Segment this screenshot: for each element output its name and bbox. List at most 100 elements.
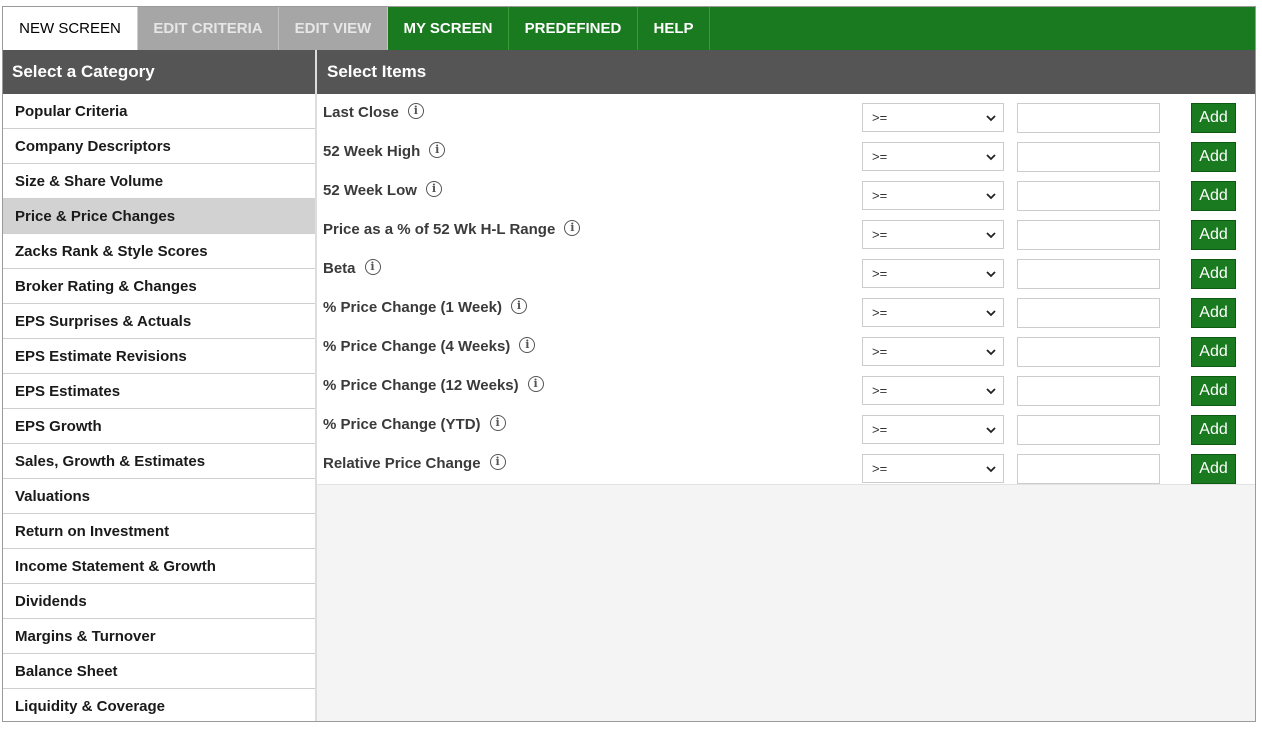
tab-edit-view[interactable]: EDIT VIEW xyxy=(279,7,388,50)
add-button[interactable]: Add xyxy=(1191,298,1236,328)
criteria-value-input[interactable] xyxy=(1017,454,1160,484)
category-item[interactable]: Margins & Turnover xyxy=(3,619,315,654)
criteria-value-input[interactable] xyxy=(1017,376,1160,406)
info-icon[interactable]: i xyxy=(564,219,581,236)
operator-value: >= xyxy=(872,188,888,203)
criteria-label-wrap: Price as a % of 52 Wk H-L Range i xyxy=(323,219,581,238)
criteria-label-wrap: Relative Price Change i xyxy=(323,453,506,472)
info-icon[interactable]: i xyxy=(519,336,536,353)
criteria-label-wrap: % Price Change (YTD) i xyxy=(323,414,506,433)
criteria-value-input[interactable] xyxy=(1017,298,1160,328)
operator-value: >= xyxy=(872,305,888,320)
operator-select[interactable]: >= xyxy=(862,259,1004,288)
criteria-label: % Price Change (4 Weeks) xyxy=(323,338,511,355)
criteria-value-input[interactable] xyxy=(1017,142,1160,172)
operator-select[interactable]: >= xyxy=(862,298,1004,327)
tab-predefined[interactable]: PREDEFINED xyxy=(509,7,638,50)
info-icon[interactable]: i xyxy=(425,180,442,197)
info-icon[interactable]: i xyxy=(429,141,446,158)
items-header-title: Select Items xyxy=(327,62,427,81)
category-item[interactable]: Popular Criteria xyxy=(3,94,315,129)
operator-value: >= xyxy=(872,110,888,125)
add-button[interactable]: Add xyxy=(1191,142,1236,172)
tab-help[interactable]: HELP xyxy=(638,7,710,50)
criteria-label-wrap: 52 Week Low i xyxy=(323,180,442,199)
tab-my-screen[interactable]: MY SCREEN xyxy=(388,7,509,50)
operator-select[interactable]: >= xyxy=(862,103,1004,132)
operator-value: >= xyxy=(872,227,888,242)
add-button[interactable]: Add xyxy=(1191,454,1236,484)
criteria-label-wrap: 52 Week High i xyxy=(323,141,446,160)
operator-select[interactable]: >= xyxy=(862,142,1004,171)
chevron-down-icon xyxy=(986,154,996,161)
criteria-label: Beta xyxy=(323,260,356,277)
category-item[interactable]: EPS Growth xyxy=(3,409,315,444)
category-item[interactable]: Company Descriptors xyxy=(3,129,315,164)
tab-new-screen[interactable]: NEW SCREEN xyxy=(3,7,138,50)
category-item[interactable]: Zacks Rank & Style Scores xyxy=(3,234,315,269)
info-icon[interactable]: i xyxy=(510,297,527,314)
add-button[interactable]: Add xyxy=(1191,103,1236,133)
category-item[interactable]: Dividends xyxy=(3,584,315,619)
criteria-value-input[interactable] xyxy=(1017,259,1160,289)
add-button[interactable]: Add xyxy=(1191,376,1236,406)
criteria-label: % Price Change (12 Weeks) xyxy=(323,377,519,394)
criteria-row: Beta i >= Add xyxy=(317,250,1255,289)
category-header-title: Select a Category xyxy=(12,62,155,81)
add-button[interactable]: Add xyxy=(1191,181,1236,211)
criteria-row: 52 Week Low i >= Add xyxy=(317,172,1255,211)
info-icon[interactable]: i xyxy=(489,453,506,470)
operator-select[interactable]: >= xyxy=(862,376,1004,405)
category-item[interactable]: EPS Surprises & Actuals xyxy=(3,304,315,339)
operator-value: >= xyxy=(872,266,888,281)
category-item[interactable]: Valuations xyxy=(3,479,315,514)
add-button[interactable]: Add xyxy=(1191,337,1236,367)
category-item[interactable]: Size & Share Volume xyxy=(3,164,315,199)
criteria-label-wrap: Beta i xyxy=(323,258,381,277)
category-item[interactable]: Liquidity & Coverage xyxy=(3,689,315,721)
category-item[interactable]: EPS Estimate Revisions xyxy=(3,339,315,374)
operator-value: >= xyxy=(872,383,888,398)
operator-value: >= xyxy=(872,422,888,437)
info-icon[interactable]: i xyxy=(527,375,544,392)
operator-select[interactable]: >= xyxy=(862,181,1004,210)
criteria-label: 52 Week High xyxy=(323,143,421,160)
criteria-value-input[interactable] xyxy=(1017,181,1160,211)
info-icon[interactable]: i xyxy=(407,102,424,119)
add-button[interactable]: Add xyxy=(1191,415,1236,445)
items-list: Last Close i >= Add 52 Week High i >= Add 52 Wee… xyxy=(317,94,1255,485)
criteria-label-wrap: % Price Change (4 Weeks) i xyxy=(323,336,536,355)
criteria-row: % Price Change (12 Weeks) i >= Add xyxy=(317,367,1255,406)
operator-value: >= xyxy=(872,461,888,476)
chevron-down-icon xyxy=(986,232,996,239)
criteria-value-input[interactable] xyxy=(1017,220,1160,250)
category-item[interactable]: Return on Investment xyxy=(3,514,315,549)
chevron-down-icon xyxy=(986,115,996,122)
info-icon[interactable]: i xyxy=(489,414,506,431)
tab-edit-criteria[interactable]: EDIT CRITERIA xyxy=(138,7,279,50)
criteria-value-input[interactable] xyxy=(1017,337,1160,367)
criteria-row: % Price Change (YTD) i >= Add xyxy=(317,406,1255,445)
category-item[interactable]: Broker Rating & Changes xyxy=(3,269,315,304)
criteria-label: Relative Price Change xyxy=(323,455,481,472)
criteria-value-input[interactable] xyxy=(1017,103,1160,133)
criteria-row: Price as a % of 52 Wk H-L Range i >= Add xyxy=(317,211,1255,250)
add-button[interactable]: Add xyxy=(1191,220,1236,250)
criteria-label: % Price Change (YTD) xyxy=(323,416,481,433)
category-item[interactable]: Sales, Growth & Estimates xyxy=(3,444,315,479)
criteria-label-wrap: Last Close i xyxy=(323,102,424,121)
criteria-label: % Price Change (1 Week) xyxy=(323,299,502,316)
criteria-value-input[interactable] xyxy=(1017,415,1160,445)
operator-select[interactable]: >= xyxy=(862,220,1004,249)
category-item[interactable]: Balance Sheet xyxy=(3,654,315,689)
category-item[interactable]: EPS Estimates xyxy=(3,374,315,409)
add-button[interactable]: Add xyxy=(1191,259,1236,289)
operator-select[interactable]: >= xyxy=(862,415,1004,444)
criteria-label: 52 Week Low xyxy=(323,182,417,199)
info-icon[interactable]: i xyxy=(364,258,381,275)
operator-select[interactable]: >= xyxy=(862,337,1004,366)
operator-select[interactable]: >= xyxy=(862,454,1004,483)
category-item[interactable]: Income Statement & Growth xyxy=(3,549,315,584)
chevron-down-icon xyxy=(986,388,996,395)
category-item[interactable]: Price & Price Changes xyxy=(3,199,315,234)
